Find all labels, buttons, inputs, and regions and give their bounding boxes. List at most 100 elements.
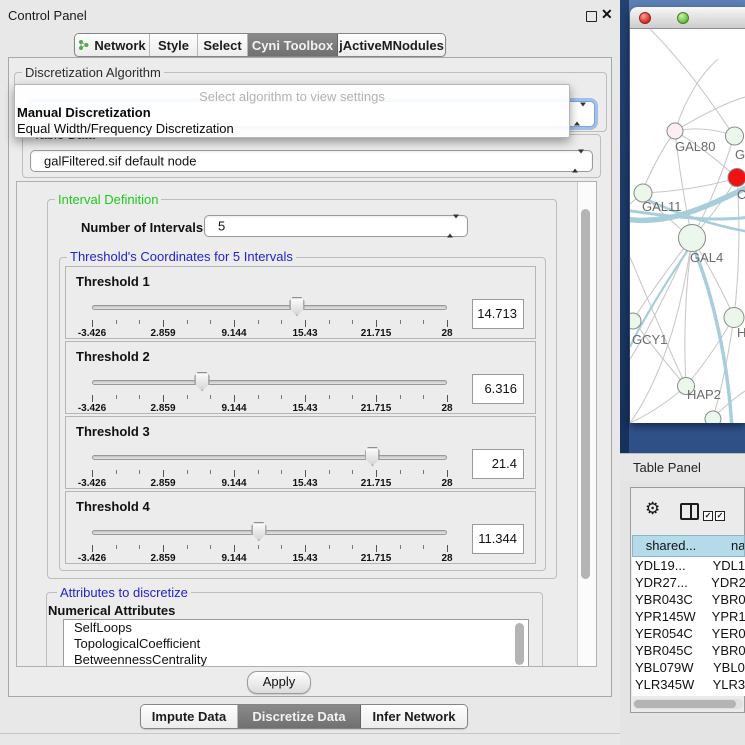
cell-name: YLR3 (709, 676, 745, 693)
network-node[interactable] (728, 169, 745, 187)
number-of-intervals-label: Number of Intervals (81, 220, 203, 235)
panel-title: Control Panel (8, 8, 87, 23)
threshold-value-field[interactable]: 21.4 (472, 449, 524, 479)
network-node-label: C (737, 187, 745, 202)
threshold-value-field[interactable]: 11.344 (472, 524, 524, 554)
table-row[interactable]: YBR043C YBR0 (632, 591, 745, 608)
combo-arrows-icon (447, 219, 459, 234)
column-layout-icon[interactable] (680, 503, 699, 520)
tick-mark (447, 545, 448, 552)
gear-icon[interactable]: ⚙ (645, 499, 660, 519)
table-row[interactable]: YER054C YER0 (632, 625, 745, 642)
table-row[interactable]: YLR345W YLR3 (632, 676, 745, 693)
tab-jactivemnodules[interactable]: jActiveMNodules (338, 34, 445, 56)
tick-mark (163, 395, 164, 402)
tab-style[interactable]: Style (150, 34, 198, 56)
apply-button[interactable]: Apply (247, 671, 311, 694)
attributes-list-scrollbar[interactable] (515, 623, 524, 665)
column-header-name[interactable]: na (709, 535, 745, 557)
threshold-label: Threshold 3 (76, 424, 150, 439)
tick-mark (423, 470, 424, 474)
top-tab-bar: Network Style Select Cyni Toolbox jActiv… (74, 33, 446, 57)
scrollbar-thumb[interactable] (581, 209, 590, 579)
tab-label: Network (94, 38, 145, 53)
attribute-list-item[interactable]: TopologicalCoefficient (64, 636, 528, 652)
threshold-value-field[interactable]: 6.316 (472, 374, 524, 404)
tick-mark (139, 470, 140, 474)
attribute-list-item[interactable]: SelfLoops (64, 620, 528, 636)
attribute-list-item[interactable]: BetweennessCentrality (64, 652, 528, 667)
network-node[interactable] (667, 123, 683, 139)
table-row[interactable]: YBL079W YBL0 (632, 659, 745, 676)
tab-cyni-toolbox[interactable]: Cyni Toolbox (248, 34, 338, 56)
tick-mark (281, 470, 282, 474)
tick-mark (329, 470, 330, 474)
cell-shared-name: YLR345W (632, 676, 709, 693)
select-columns-icon[interactable]: ✓✓ (703, 505, 725, 523)
network-node[interactable] (679, 225, 706, 252)
popup-item-manual[interactable]: Manual Discretization (15, 105, 569, 121)
tick-mark (234, 470, 235, 477)
numerical-attributes-list[interactable]: SelfLoops TopologicalCoefficient Between… (63, 619, 529, 667)
table-row[interactable]: YDL19... YDL1 (632, 557, 745, 574)
tick-label: 9.144 (221, 553, 246, 564)
slider-track[interactable] (92, 380, 447, 385)
tick-mark (258, 395, 259, 399)
tab-label: Discretize Data (252, 709, 345, 724)
minimize-traffic-light-icon[interactable] (658, 12, 670, 24)
float-window-icon[interactable] (586, 11, 597, 22)
tab-network[interactable]: Network (75, 34, 150, 56)
close-icon[interactable]: ✕ (601, 6, 613, 23)
tick-label: 28 (441, 478, 452, 489)
tab-infer-network[interactable]: Infer Network (361, 705, 467, 728)
column-header-shared-name[interactable]: shared... (632, 535, 710, 557)
tab-discretize-data[interactable]: Discretize Data (238, 705, 361, 728)
tick-label: 21.715 (361, 553, 392, 564)
close-traffic-light-icon[interactable] (639, 12, 651, 24)
tick-mark (92, 470, 93, 477)
tick-label: 9.144 (221, 478, 246, 489)
tab-select[interactable]: Select (198, 34, 248, 56)
table-panel-title: Table Panel (633, 460, 701, 475)
table-row[interactable]: YDR27... YDR2 (632, 574, 745, 591)
slider-track[interactable] (92, 305, 447, 310)
thresholds-group-title: Threshold's Coordinates for 5 Intervals (67, 250, 296, 263)
network-graph: GAL80GACGAL11GAL4GCY1HHAP2 (630, 29, 745, 423)
tick-mark (305, 395, 306, 402)
table-row[interactable]: YBR045C YBR0 (632, 642, 745, 659)
slider-thumb[interactable] (251, 522, 266, 541)
table-row[interactable]: YPR145W YPR1 (632, 608, 745, 625)
tick-label: 21.715 (361, 403, 392, 414)
slider-track[interactable] (92, 530, 447, 535)
threshold-value-field[interactable]: 14.713 (472, 299, 524, 329)
popup-item-equal-width[interactable]: Equal Width/Frequency Discretization (15, 121, 569, 137)
table-data-combo[interactable]: galFiltered.sif default node (30, 150, 593, 172)
tick-label: 15.43 (292, 328, 317, 339)
network-node[interactable] (726, 127, 744, 145)
slider-thumb[interactable] (365, 447, 380, 466)
network-window-titlebar[interactable] (630, 7, 745, 29)
tick-label: 2.859 (150, 553, 175, 564)
zoom-traffic-light-icon[interactable] (677, 12, 689, 24)
network-node[interactable] (705, 411, 721, 423)
table-hscrollbar-thumb[interactable] (634, 700, 736, 708)
tick-mark (305, 470, 306, 477)
tick-label: 28 (441, 403, 452, 414)
table-row[interactable]: YIL052C YIL0 (632, 693, 745, 696)
network-node[interactable] (630, 313, 641, 329)
slider-thumb[interactable] (289, 297, 304, 316)
tick-mark (423, 395, 424, 399)
threshold-panel: Threshold 2 -3.4262.8599.14415.4321.7152… (65, 341, 536, 414)
tick-mark (139, 320, 140, 324)
number-of-intervals-combo[interactable]: 5 (204, 215, 468, 237)
slider-thumb[interactable] (195, 372, 210, 391)
tick-mark (376, 395, 377, 402)
tick-mark (163, 545, 164, 552)
tick-mark (258, 545, 259, 549)
network-canvas[interactable]: GAL80GACGAL11GAL4GCY1HHAP2 (630, 29, 745, 423)
cell-shared-name: YIL052C (632, 693, 709, 696)
table-data-combo-value: galFiltered.sif default node (44, 154, 196, 169)
slider-track[interactable] (92, 455, 447, 460)
tick-mark (92, 395, 93, 402)
tab-impute-data[interactable]: Impute Data (141, 705, 238, 728)
